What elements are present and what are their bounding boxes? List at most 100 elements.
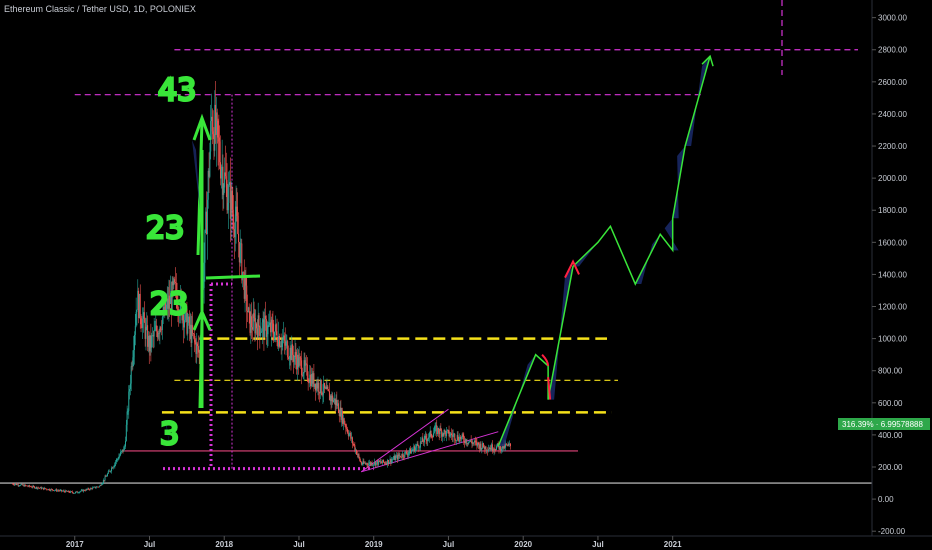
candle-body	[216, 112, 218, 121]
candle-body	[287, 341, 289, 358]
candle-body	[29, 485, 31, 487]
y-tick-label: 600.00	[878, 399, 903, 408]
candle-body	[197, 346, 199, 353]
candle-body	[337, 403, 339, 414]
candle-body	[275, 324, 277, 332]
candle-body	[44, 487, 46, 489]
annotation-label-43: 43	[158, 73, 196, 108]
y-tick-label: -200.00	[878, 527, 906, 536]
candle-body	[219, 141, 221, 163]
candle-body	[128, 391, 130, 411]
candle-body	[418, 445, 420, 448]
candle-body	[127, 410, 129, 412]
candle-body	[428, 437, 430, 439]
x-tick-label: 2017	[66, 540, 84, 549]
y-tick-label: 2400.00	[878, 110, 907, 119]
x-tick-label: 2020	[514, 540, 532, 549]
price-badge-text: 316.39% · 6.99578888	[842, 420, 924, 429]
candle-body	[428, 433, 430, 438]
candle-body	[139, 293, 141, 319]
candle-body	[408, 452, 410, 454]
chart-canvas[interactable]: -200.00 0.00 200.00 400.00 600.00 800.00 1000.…	[0, 0, 932, 550]
candle-body	[79, 491, 81, 493]
candle-body	[375, 462, 377, 466]
candle-body	[140, 318, 142, 325]
candle-body	[473, 442, 475, 444]
candle-body	[76, 491, 78, 493]
candle-body	[228, 185, 230, 203]
candle-body	[452, 434, 454, 437]
candle-body	[17, 484, 19, 486]
candle-body	[488, 449, 490, 450]
candle-body	[444, 430, 446, 432]
candle-body	[106, 473, 108, 477]
candle-body	[123, 447, 125, 452]
candle-body	[120, 451, 122, 453]
candle-body	[133, 350, 135, 358]
candle-body	[129, 389, 131, 392]
candle-body	[61, 489, 63, 492]
y-tick-label: 1400.00	[878, 270, 907, 279]
candle-body	[432, 433, 434, 438]
annotation-label-23-upper: 23	[146, 211, 184, 246]
candle-body	[474, 440, 476, 442]
candle-body	[457, 435, 459, 440]
candle-body	[102, 482, 104, 485]
candle-body	[344, 424, 346, 426]
candle-body	[261, 322, 263, 332]
candle-body	[276, 331, 278, 342]
candle-body	[260, 332, 262, 336]
candle-body	[142, 318, 144, 328]
candle-body	[238, 233, 240, 243]
candle-body	[197, 343, 199, 347]
candle-body	[449, 435, 451, 437]
candle-body	[118, 456, 120, 460]
candle-body	[107, 471, 109, 474]
red-drop-arrow	[541, 353, 550, 366]
x-tick-label: Jul	[592, 540, 604, 549]
candle-body	[92, 487, 94, 489]
candle-body	[373, 464, 375, 465]
candle-body	[425, 435, 427, 439]
candle-body	[363, 461, 365, 464]
candle-body	[414, 447, 416, 452]
x-tick-label: Jul	[293, 540, 305, 549]
candle-body	[46, 488, 48, 490]
candle-body	[404, 451, 406, 458]
candle-body	[283, 335, 285, 341]
candle-body	[481, 447, 483, 450]
candle-body	[271, 319, 273, 324]
candle-body	[154, 329, 156, 331]
annotation-label-23-lower: 23	[150, 287, 188, 322]
candle-body	[478, 442, 480, 445]
candle-body	[434, 426, 436, 432]
y-tick-label: 400.00	[878, 431, 903, 440]
candle-body	[320, 379, 322, 394]
candle-body	[245, 276, 247, 286]
candle-body	[114, 463, 116, 466]
candle-body	[407, 453, 409, 456]
candle-body	[366, 463, 368, 465]
candle-body	[63, 490, 65, 492]
candle-body	[84, 490, 86, 492]
y-tick-label: 1200.00	[878, 303, 907, 312]
candle-body	[292, 344, 294, 355]
candle-body	[210, 121, 212, 152]
candle-body	[124, 446, 126, 448]
candle-body	[134, 325, 136, 335]
candle-body	[300, 358, 302, 361]
candle-body	[419, 447, 421, 449]
candle-body	[204, 230, 206, 263]
candle-body	[117, 459, 119, 460]
candle-body	[354, 445, 356, 451]
candle-body	[227, 202, 229, 211]
candle-body	[274, 331, 276, 340]
candle-body	[348, 434, 350, 436]
candle-body	[460, 436, 462, 440]
candle-body	[430, 430, 432, 437]
candle-body	[110, 471, 112, 472]
candle-body	[218, 137, 220, 142]
candle-body	[251, 316, 253, 328]
candle-body	[351, 437, 353, 444]
candle-body	[75, 491, 77, 494]
